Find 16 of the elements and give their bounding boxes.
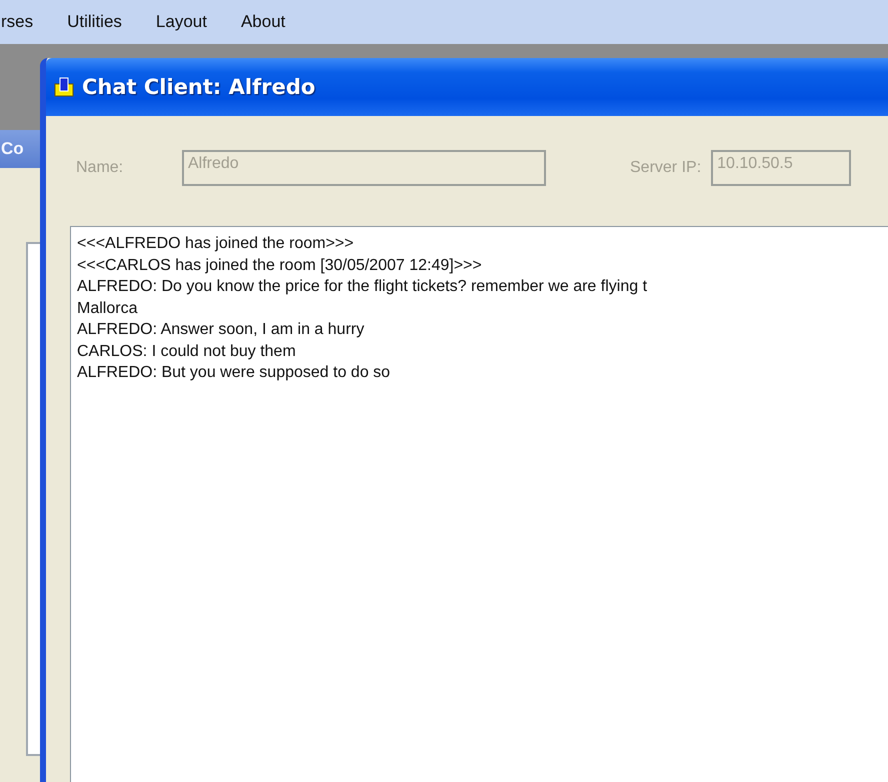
chat-message: <<<CARLOS has joined the room [30/05/2007 12:49]>>>: [77, 256, 482, 276]
chat-message: ALFREDO: Do you know the price for the flight tickets? remember we are flying t: [77, 277, 648, 297]
window-title: Co: [1, 139, 24, 159]
chat-message: ALFREDO: But you were supposed to do so: [77, 363, 390, 383]
chat-message: Mallorca: [77, 298, 138, 318]
server-ip-label: Server IP:: [629, 159, 702, 177]
app-icon: [54, 77, 74, 97]
chat-message: ALFREDO: Answer soon, I am in a hurry: [77, 320, 364, 340]
window-title: Chat Client: Alfredo: [82, 75, 316, 99]
chat-message: CARLOS: I could not buy them: [77, 342, 296, 362]
menu-item[interactable]: Layout: [156, 12, 207, 32]
name-label: Name:: [75, 159, 124, 177]
chat-message: <<<ALFREDO has joined the room>>>: [77, 234, 354, 254]
menu-item[interactable]: About: [240, 12, 286, 32]
menu-item[interactable]: rses: [1, 12, 34, 32]
menu-item[interactable]: Utilities: [67, 12, 122, 32]
